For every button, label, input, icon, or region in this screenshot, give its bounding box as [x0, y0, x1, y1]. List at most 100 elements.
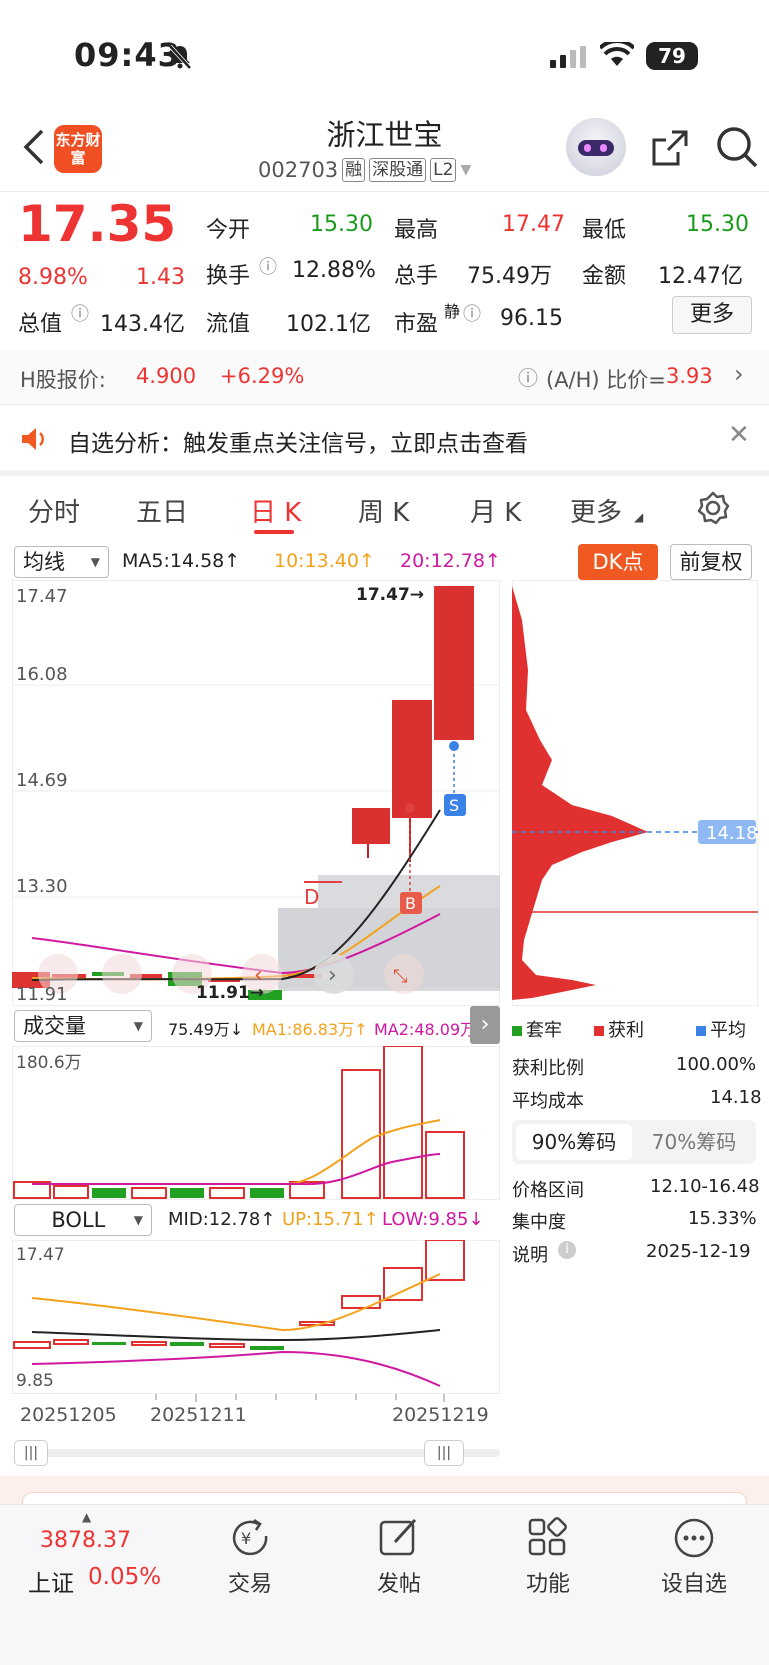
- notice-text[interactable]: 自选分析：触发重点关注信号，立即点击查看: [68, 424, 528, 458]
- adjust-button[interactable]: 前复权: [670, 544, 752, 580]
- dk-point-button[interactable]: DK点: [578, 544, 658, 580]
- chevron-right-icon: ›: [734, 360, 744, 388]
- tab-five-day[interactable]: 五日: [136, 492, 188, 529]
- candle: [434, 586, 474, 740]
- trade-icon[interactable]: ¥: [228, 1516, 272, 1560]
- chip-distribution[interactable]: 14.18: [512, 580, 758, 1006]
- volume-bar: [250, 1188, 284, 1198]
- current-price: 17.35: [18, 195, 177, 253]
- mute-bell-icon: [168, 44, 192, 70]
- concentration-value: 15.33%: [688, 1208, 757, 1229]
- hshare-row[interactable]: H股报价: 4.900 +6.29% ⓘ (A/H) 比价= 3.93 ›: [0, 350, 769, 404]
- price-axis-label: 17.47: [16, 586, 68, 607]
- help-icon[interactable]: ⓘ: [518, 362, 538, 391]
- volume-chart[interactable]: 180.6万: [12, 1046, 500, 1200]
- boll-mid: MID:12.78↑: [168, 1209, 276, 1230]
- buy-dot: [405, 803, 415, 813]
- functions-icon[interactable]: [526, 1516, 570, 1560]
- tab-more[interactable]: 更多: [570, 492, 622, 529]
- hshare-price: 4.900: [136, 364, 197, 388]
- range-handle-right[interactable]: |||: [424, 1440, 464, 1466]
- range-handle-left[interactable]: |||: [14, 1440, 48, 1466]
- legend-profit: 获利: [594, 1016, 644, 1042]
- close-icon[interactable]: ✕: [728, 420, 750, 450]
- stock-code-row[interactable]: 002703 融 深股通 L2 ▼: [258, 158, 471, 182]
- settings-gear-icon[interactable]: [695, 490, 731, 526]
- index-change[interactable]: 0.05%: [88, 1564, 161, 1590]
- more-button[interactable]: 更多: [672, 296, 752, 334]
- hshare-change: +6.29%: [220, 364, 305, 388]
- section-gap: [0, 470, 769, 476]
- nav-post[interactable]: 发帖: [339, 1566, 459, 1598]
- low-marker: 11.91→: [196, 983, 264, 1003]
- chevron-right-icon[interactable]: ›: [328, 963, 337, 988]
- share-icon[interactable]: [648, 126, 692, 170]
- chip-date: 2025-12-19: [646, 1241, 751, 1262]
- buy-marker-text: B: [405, 894, 416, 913]
- profit-ratio-label: 获利比例: [512, 1058, 584, 1079]
- nav-trade[interactable]: 交易: [190, 1566, 310, 1598]
- change-amount: 1.43: [136, 265, 185, 290]
- mktcap-label: 总值: [18, 312, 63, 337]
- info-dots-icon[interactable]: ⓘ: [463, 300, 481, 326]
- volume-indicator-select[interactable]: 成交量 ▼: [14, 1010, 152, 1042]
- tab-chip-90[interactable]: 90%筹码: [516, 1124, 632, 1160]
- tag-connect: 深股通: [369, 158, 427, 182]
- high-value: 17.47: [502, 212, 565, 237]
- more-dots-icon[interactable]: [672, 1516, 716, 1560]
- stock-code: 002703: [258, 158, 339, 182]
- ah-ratio-label: (A/H) 比价=: [546, 368, 666, 392]
- info-dots-icon[interactable]: ⓘ: [259, 253, 277, 279]
- kline-chart[interactable]: S B D ‹ › ⤡ 17.47 16.08 14.69 13.30 11.9…: [12, 580, 500, 1006]
- open-value: 15.30: [310, 212, 373, 237]
- legend-trapped: 套牢: [512, 1016, 562, 1042]
- dropdown-caret-icon: ▼: [133, 1213, 143, 1227]
- tab-daily-k[interactable]: 日 K: [250, 492, 301, 529]
- boll-chart[interactable]: 17.47 9.85: [12, 1240, 500, 1394]
- boll-indicator-select[interactable]: BOLL ▼: [14, 1204, 152, 1236]
- date-label-mid: 20251211: [150, 1404, 247, 1426]
- price-axis-label: 13.30: [16, 876, 68, 897]
- volume-ma1: MA1:86.83万↑: [252, 1020, 368, 1039]
- index-value[interactable]: 3878.37: [40, 1528, 131, 1553]
- volume-label: 总手: [394, 264, 439, 289]
- nav-functions[interactable]: 功能: [488, 1566, 608, 1598]
- post-icon[interactable]: [377, 1516, 421, 1560]
- boll-bottom-label: 9.85: [16, 1371, 54, 1391]
- profit-ratio-value: 100.00%: [676, 1054, 757, 1075]
- ah-ratio-value: 3.93: [666, 364, 713, 388]
- price-axis-label: 16.08: [16, 664, 68, 685]
- sell-marker-text: S: [449, 796, 459, 815]
- floatcap-value: 102.1亿: [286, 312, 371, 337]
- robot-assistant-icon[interactable]: [566, 118, 626, 176]
- index-name[interactable]: 上证: [28, 1564, 74, 1598]
- tab-intraday[interactable]: 分时: [28, 492, 80, 529]
- search-icon[interactable]: [714, 124, 760, 170]
- floatcap-label: 流值: [206, 312, 251, 337]
- info-dots-icon[interactable]: ⓘ: [71, 300, 89, 326]
- boll-candle: [92, 1342, 126, 1345]
- high-label: 最高: [394, 218, 439, 243]
- boll-candle: [250, 1346, 284, 1350]
- expand-icon[interactable]: ⤡: [393, 966, 407, 987]
- tab-weekly-k[interactable]: 周 K: [358, 492, 409, 529]
- sell-dot: [449, 741, 459, 751]
- tab-chip-70[interactable]: 70%筹码: [636, 1124, 752, 1160]
- chip-range-tabs: 90%筹码 70%筹码: [512, 1120, 756, 1164]
- amount-value: 12.47亿: [658, 264, 743, 289]
- info-icon[interactable]: i: [558, 1241, 576, 1259]
- nav-add-watchlist[interactable]: 设自选: [634, 1566, 754, 1598]
- candle: [392, 700, 432, 818]
- ma-indicator-select[interactable]: 均线 ▼: [14, 546, 109, 578]
- boll-candle: [170, 1342, 204, 1346]
- tag-margin: 融: [342, 158, 366, 182]
- open-label: 今开: [206, 218, 251, 243]
- divider: [0, 191, 769, 192]
- speaker-icon: [22, 428, 44, 450]
- tab-monthly-k[interactable]: 月 K: [470, 492, 521, 529]
- collapse-panel-icon[interactable]: ›: [470, 1006, 500, 1044]
- boll-top-label: 17.47: [16, 1245, 65, 1265]
- amount-label: 金额: [582, 264, 627, 289]
- pe-label: 市盈: [394, 312, 439, 337]
- tag-level2: L2: [430, 158, 457, 182]
